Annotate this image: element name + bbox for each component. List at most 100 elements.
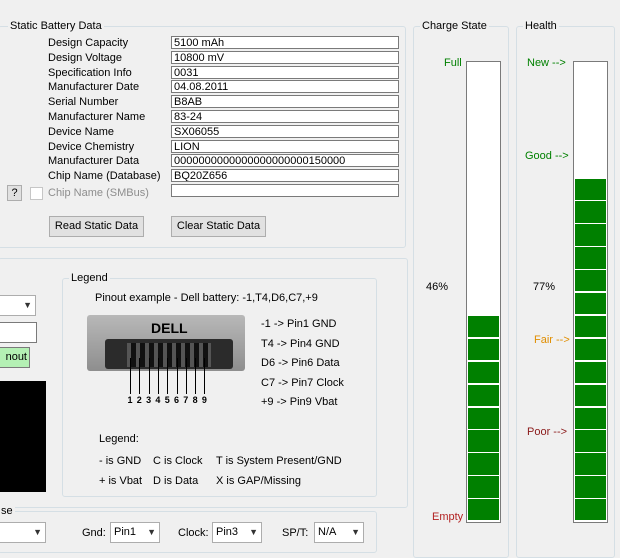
pin-line: [130, 358, 131, 394]
pin-selection-title: se: [0, 505, 15, 517]
chevron-down-icon: ▼: [147, 527, 156, 537]
static-field-value[interactable]: 83-24: [171, 110, 399, 123]
clock-select[interactable]: Pin3 ▼: [212, 522, 262, 543]
left-partial-input[interactable]: [0, 322, 37, 343]
charge-cell: [468, 315, 499, 338]
health-cell: [575, 224, 606, 246]
chevron-down-icon: ▼: [23, 300, 32, 310]
pin-number: 5: [164, 395, 170, 405]
charge-cell: [468, 384, 499, 406]
static-field-label: Serial Number: [48, 96, 119, 109]
gnd-label: Gnd:: [82, 527, 106, 539]
pin-mapping-text: C7 -> Pin7 Clock: [261, 376, 344, 389]
health-cell: [575, 499, 606, 521]
pin-number: 6: [174, 395, 180, 405]
pin-line: [167, 358, 169, 394]
charge-full-label: Full: [444, 57, 462, 69]
gnd-select-value: Pin1: [114, 526, 137, 538]
charge-cell: [468, 476, 499, 498]
charge-empty-label: Empty: [432, 511, 464, 523]
pin-mapping-text: +9 -> Pin9 Vbat: [261, 396, 338, 408]
pin-line: [204, 358, 206, 394]
pin-number: 2: [136, 395, 142, 405]
pinout-button[interactable]: nout: [0, 347, 30, 368]
static-field-value[interactable]: 0000000000000000000000150000: [171, 154, 399, 168]
key-clock: C is Clock: [153, 455, 203, 467]
health-cell: [575, 270, 606, 292]
key-system-present: T is System Present/GND: [216, 455, 342, 467]
static-field-label: Device Chemistry: [48, 140, 135, 153]
static-field-label: Specification Info: [48, 66, 132, 79]
health-cell: [575, 430, 606, 452]
static-field-value[interactable]: BQ20Z656: [171, 169, 399, 183]
pin-line: [176, 358, 178, 394]
dell-logo-text: DELL: [151, 320, 188, 336]
health-good-label: Good -->: [525, 150, 569, 162]
static-field-value[interactable]: LION: [171, 139, 399, 153]
static-field-label: Manufacturer Date: [48, 81, 140, 94]
pinout-example-text: Pinout example - Dell battery: -1,T4,D6,…: [95, 292, 318, 304]
static-field-value[interactable]: SX06055: [171, 124, 399, 138]
charge-cell: [468, 361, 499, 384]
health-percent: 77%: [533, 281, 556, 293]
health-level-bar: [573, 61, 608, 523]
pin-line: [139, 358, 141, 394]
static-field-label: Manufacturer Name: [48, 111, 146, 123]
dell-connector-image: DELL: [87, 315, 245, 371]
health-cell: [575, 293, 606, 315]
static-field-value[interactable]: 5100 mAh: [171, 36, 399, 49]
health-title: Health: [523, 20, 559, 32]
charge-cell: [468, 453, 499, 475]
key-gap: X is GAP/Missing: [216, 475, 301, 487]
smbus-checkbox[interactable]: [30, 187, 43, 200]
static-field-value[interactable]: 04.08.2011: [171, 80, 399, 94]
clock-select-value: Pin3: [216, 526, 239, 538]
health-cell: [575, 407, 606, 429]
charge-state-title: Charge State: [420, 20, 489, 32]
health-cell: [575, 247, 606, 269]
key-data: D is Data: [153, 475, 199, 487]
charge-cell: [468, 499, 499, 521]
key-vbat: + is Vbat: [99, 475, 143, 487]
static-field-value[interactable]: 0031: [171, 65, 399, 79]
pin-number: 7: [183, 395, 189, 405]
spt-select[interactable]: N/A ▼: [314, 522, 364, 543]
health-cell: [575, 178, 606, 200]
pin-line: [148, 358, 150, 394]
charge-percent: 46%: [426, 281, 449, 293]
gnd-select[interactable]: Pin1 ▼: [110, 522, 160, 543]
static-field-label: Design Voltage: [48, 51, 122, 64]
static-field-value[interactable]: 10800 mV: [171, 50, 399, 64]
static-field-label: Chip Name (Database): [48, 170, 161, 183]
charge-cell: [468, 407, 499, 429]
clock-label: Clock:: [178, 527, 209, 539]
static-battery-title: Static Battery Data: [8, 20, 104, 32]
health-cell: [575, 201, 606, 223]
read-static-data-button[interactable]: Read Static Data: [49, 216, 144, 237]
pin-number: 4: [155, 395, 161, 405]
pin-number: 9: [201, 395, 207, 405]
clear-static-data-button[interactable]: Clear Static Data: [171, 216, 266, 237]
health-cell: [575, 315, 606, 338]
pin-mapping-text: T4 -> Pin4 GND: [261, 337, 340, 350]
spt-label: SP/T:: [282, 527, 309, 539]
left-bottom-combo[interactable]: ▼: [0, 522, 46, 543]
static-field-value[interactable]: B8AB: [171, 95, 399, 109]
chip-name-smbus-field[interactable]: [171, 184, 399, 197]
smbus-help-button[interactable]: ?: [7, 185, 22, 201]
static-field-label: Manufacturer Data: [48, 155, 140, 168]
pin-number: 8: [192, 395, 198, 405]
static-field-label: Design Capacity: [48, 37, 129, 49]
left-partial-combo[interactable]: ▼: [0, 295, 36, 316]
pin-mapping-text: D6 -> Pin6 Data: [261, 357, 340, 369]
smbus-label: Chip Name (SMBus): [48, 187, 149, 199]
pin-line: [185, 358, 187, 394]
left-partial-console: [0, 381, 46, 492]
pin-line: [157, 358, 159, 394]
pin-number: 3: [146, 395, 152, 405]
health-poor-label: Poor -->: [527, 426, 568, 438]
health-cell: [575, 453, 606, 475]
pin-line: [195, 358, 197, 394]
health-cell: [575, 361, 606, 384]
chevron-down-icon: ▼: [33, 527, 42, 537]
